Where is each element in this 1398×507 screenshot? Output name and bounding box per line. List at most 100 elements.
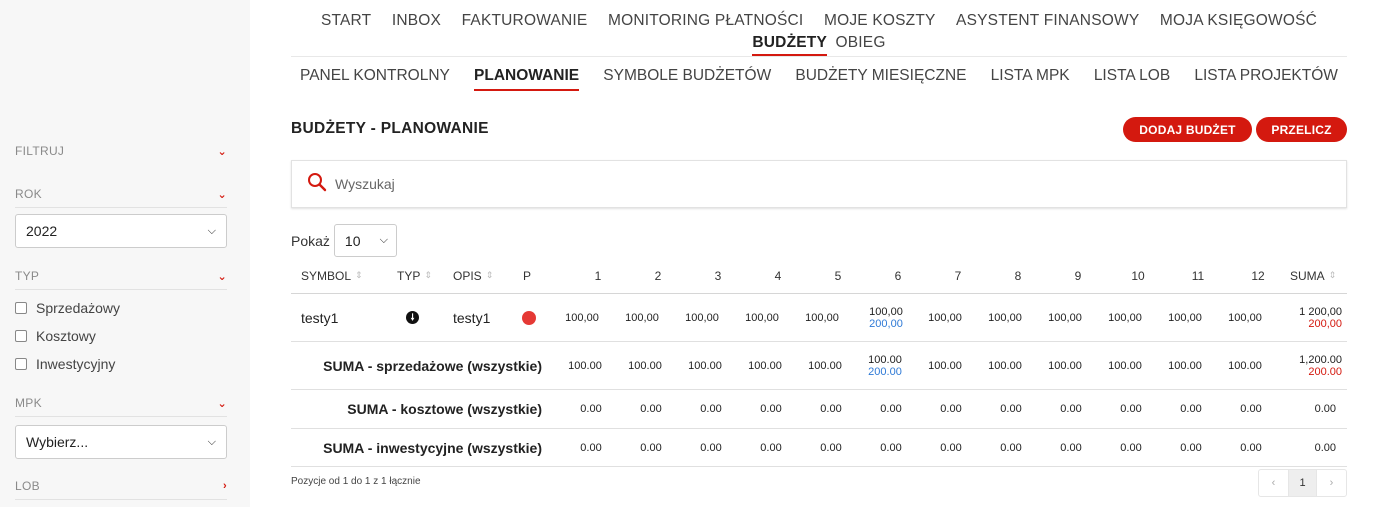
cell-month-2: 0.00 — [640, 441, 662, 454]
summary-label: SUMA - inwestycyjne (wszystkie) — [323, 439, 542, 456]
cell-month-1: 100,00 — [565, 311, 599, 324]
chevron-down-icon[interactable]: ⌄ — [217, 145, 227, 158]
subnav-monthly-budgets[interactable]: BUDŻETY MIESIĘCZNE — [795, 67, 966, 91]
col-p[interactable]: P — [523, 258, 531, 293]
nav-my-accounting[interactable]: MOJA KSIĘGOWOŚĆ — [1160, 10, 1317, 32]
sort-icon: ⇕ — [355, 270, 363, 280]
year-select-value: 2022 — [26, 223, 58, 239]
chevron-down-icon[interactable]: ⌄ — [217, 188, 227, 201]
checkbox[interactable] — [15, 302, 27, 314]
cell-sum: 0.00 — [1314, 441, 1336, 454]
caret-down-icon: ⌵ — [207, 224, 216, 237]
nav-invoicing[interactable]: FAKTUROWANIE — [462, 10, 588, 32]
nav-budgets[interactable]: BUDŻETY — [752, 32, 827, 56]
type-option-sales[interactable]: Sprzedażowy — [15, 294, 227, 322]
next-page-button[interactable]: › — [1317, 470, 1346, 496]
cell-month-7: 100.00 — [928, 359, 962, 372]
chevron-right-icon[interactable]: › — [223, 480, 227, 492]
col-month-4[interactable]: 4 — [748, 258, 808, 293]
sort-icon: ⇕ — [1328, 270, 1337, 280]
caret-down-icon: ⌵ — [207, 435, 216, 448]
table-header: SYMBOL ⇕ TYP ⇕ OPIS ⇕ P 1 2 3 4 5 6 7 8 9 1… — [291, 258, 1347, 294]
cell-month-12: 100.00 — [1228, 359, 1262, 372]
page-size-select[interactable]: 10 ⌵ — [333, 224, 397, 257]
year-section: ROK ⌄ 2022 ⌵ — [15, 187, 227, 248]
cell-month-6: 100,00 200,00 — [869, 305, 903, 330]
col-month-3[interactable]: 3 — [688, 258, 748, 293]
cell-month-3: 0.00 — [700, 403, 722, 415]
col-month-8[interactable]: 8 — [988, 258, 1048, 293]
col-month-2[interactable]: 2 — [628, 258, 688, 293]
col-sum[interactable]: SUMA ⇕ — [1290, 258, 1336, 293]
col-month-6[interactable]: 6 — [868, 258, 928, 293]
subnav-dashboard[interactable]: PANEL KONTROLNY — [300, 67, 450, 91]
col-month-11[interactable]: 11 — [1168, 258, 1228, 293]
cell-month-7: 100,00 — [928, 311, 962, 324]
col-month-12[interactable]: 12 — [1228, 258, 1288, 293]
subnav-mpk-list[interactable]: LISTA MPK — [991, 67, 1070, 91]
filter-section[interactable]: FILTRUJ ⌄ — [15, 144, 227, 164]
checkbox-label: Sprzedażowy — [36, 300, 121, 316]
nav-payment-monitoring[interactable]: MONITORING PŁATNOŚCI — [608, 10, 803, 32]
cell-month-6: 0.00 — [880, 441, 902, 454]
cell-month-9: 100,00 — [1048, 311, 1082, 324]
cell-month-2: 0.00 — [640, 403, 662, 415]
recalculate-button[interactable]: PRZELICZ — [1256, 117, 1347, 142]
subnav-planning[interactable]: PLANOWANIE — [474, 67, 580, 91]
caret-down-icon: ⌵ — [379, 234, 388, 246]
col-month-1[interactable]: 1 — [568, 258, 628, 293]
year-select[interactable]: 2022 ⌵ — [15, 214, 227, 248]
cell-month-3: 100,00 — [685, 311, 719, 324]
col-month-5[interactable]: 5 — [808, 258, 868, 293]
status-dot-icon — [522, 310, 536, 325]
cell-month-9: 0.00 — [1060, 441, 1082, 454]
type-option-costs[interactable]: Kosztowy — [15, 322, 227, 350]
subnav-lob-list[interactable]: LISTA LOB — [1094, 67, 1170, 91]
type-label: TYP — [15, 269, 40, 283]
sort-icon: ⇕ — [485, 270, 494, 280]
cell-month-4: 0.00 — [760, 441, 782, 454]
table-row[interactable]: testy1 🠗 testy1 100,00 100,00 100,00 100… — [291, 294, 1347, 342]
cell-month-8: 100.00 — [988, 359, 1022, 372]
cell-month-7: 0.00 — [940, 403, 962, 415]
nav-inbox[interactable]: INBOX — [392, 10, 441, 32]
checkbox[interactable] — [15, 330, 27, 342]
col-month-9[interactable]: 9 — [1048, 258, 1108, 293]
cell-sum: 1,200.00 200.00 — [1299, 353, 1342, 378]
cell-month-1: 0.00 — [580, 403, 602, 415]
cell-month-10: 0.00 — [1120, 403, 1142, 415]
subnav-budget-symbols[interactable]: SYMBOLE BUDŻETÓW — [603, 67, 771, 91]
chevron-down-icon[interactable]: ⌄ — [217, 270, 227, 283]
cell-month-2: 100.00 — [628, 359, 662, 372]
add-budget-button[interactable]: DODAJ BUDŻET — [1123, 117, 1252, 142]
cell-month-6-extra: 200.00 — [868, 365, 902, 378]
col-type[interactable]: TYP ⇕ — [397, 258, 432, 293]
cell-month-10: 100,00 — [1108, 311, 1142, 324]
cell-month-4: 100.00 — [748, 359, 782, 372]
nav-start[interactable]: START — [321, 10, 371, 32]
chevron-down-icon[interactable]: ⌄ — [217, 397, 227, 410]
type-section: TYP ⌄ Sprzedażowy Kosztowy Inwestycyjny — [15, 269, 227, 378]
lob-section[interactable]: LOB › — [15, 479, 227, 500]
cell-sum-extra: 200.00 — [1308, 365, 1342, 378]
subnav-projects-list[interactable]: LISTA PROJEKTÓW — [1194, 67, 1338, 91]
summary-row-sales: SUMA - sprzedażowe (wszystkie) 100.00 10… — [291, 342, 1347, 390]
mpk-select[interactable]: Wybierz... ⌵ — [15, 425, 227, 459]
search-box[interactable]: Wyszukaj — [291, 160, 1347, 208]
col-symbol[interactable]: SYMBOL ⇕ — [301, 258, 363, 293]
type-option-invest[interactable]: Inwestycyjny — [15, 350, 227, 378]
cell-month-8: 0.00 — [1000, 441, 1022, 454]
cell-month-5: 0.00 — [820, 403, 842, 415]
page-button-1[interactable]: 1 — [1288, 470, 1317, 496]
nav-workflow[interactable]: OBIEG — [836, 32, 886, 54]
nav-finance-assistant[interactable]: ASYSTENT FINANSOWY — [956, 10, 1139, 32]
nav-my-costs[interactable]: MOJE KOSZTY — [824, 10, 936, 32]
col-month-7[interactable]: 7 — [928, 258, 988, 293]
checkbox[interactable] — [15, 358, 27, 370]
col-month-10[interactable]: 10 — [1108, 258, 1168, 293]
col-desc[interactable]: OPIS ⇕ — [453, 258, 493, 293]
cell-month-11: 100.00 — [1168, 359, 1202, 372]
search-input[interactable]: Wyszukaj — [335, 176, 395, 192]
prev-page-button[interactable]: ‹ — [1259, 470, 1288, 496]
row-desc: testy1 — [453, 309, 491, 326]
